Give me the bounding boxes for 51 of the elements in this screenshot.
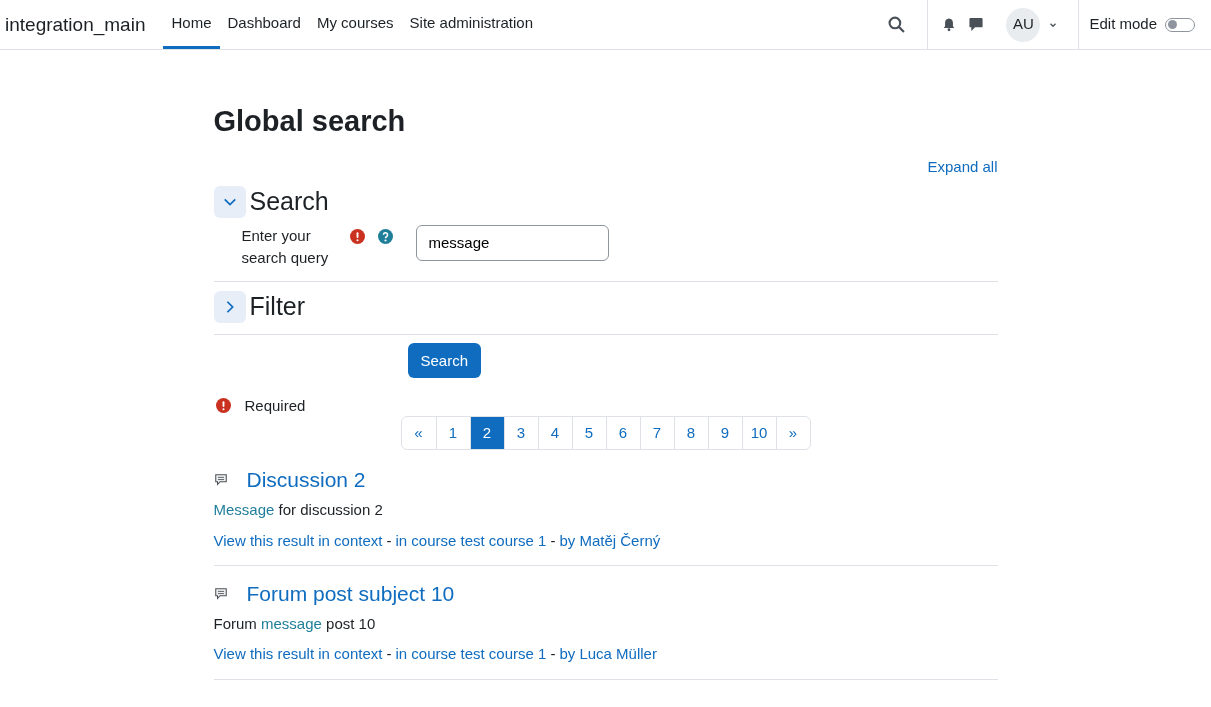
separator: - — [386, 530, 392, 551]
page-link-item[interactable]: 6 — [605, 416, 640, 450]
user-avatar[interactable]: AU — [1006, 7, 1041, 42]
page-link-item[interactable]: 9 — [707, 416, 742, 450]
collapse-toggle[interactable] — [213, 185, 246, 218]
context-link[interactable]: in course test course 1 — [395, 644, 547, 665]
section-title: Filter — [249, 290, 306, 322]
context-link[interactable]: by Luca Müller — [559, 644, 657, 665]
page-link-item[interactable]: 5 — [571, 416, 606, 450]
page-link-item[interactable]: 1 — [435, 416, 470, 450]
page-title: Global search — [213, 104, 407, 139]
section-title: Search — [249, 186, 329, 218]
required-icon — [215, 398, 231, 414]
collapse-toggle[interactable] — [213, 290, 246, 323]
help-icon[interactable] — [377, 228, 393, 244]
page-link-item[interactable]: » — [775, 416, 810, 450]
comment-icon — [213, 587, 228, 602]
separator: - — [386, 644, 392, 665]
page-link-item[interactable]: 7 — [639, 416, 674, 450]
page-link-item[interactable]: 4 — [537, 416, 572, 450]
nav-tab[interactable]: Dashboard — [219, 0, 309, 49]
search-icon[interactable] — [888, 16, 906, 33]
chat-bubble-icon[interactable] — [968, 17, 985, 32]
site-name[interactable]: integration_main — [5, 0, 146, 49]
nav-tab[interactable]: Site administration — [401, 0, 541, 49]
edit-mode-label: Edit mode — [1089, 14, 1157, 35]
nav-tab[interactable]: My courses — [308, 0, 402, 49]
page-link-item[interactable]: 2 — [469, 416, 504, 450]
result-snippet: Message for discussion 2 — [213, 500, 384, 521]
result-title[interactable]: Discussion 2 — [246, 466, 366, 495]
search-button[interactable]: Search — [407, 342, 482, 378]
search-query-field[interactable]: message — [415, 224, 609, 261]
separator: - — [550, 530, 556, 551]
context-link[interactable]: by Matěj Černý — [559, 530, 661, 551]
context-link[interactable]: View this result in context — [213, 530, 383, 551]
result-snippet: Forum message post 10 — [213, 614, 377, 635]
page-link-item[interactable]: 3 — [503, 416, 538, 450]
context-link[interactable]: View this result in context — [213, 644, 383, 665]
required-note: Required — [244, 395, 306, 416]
page-link-item[interactable]: « — [401, 416, 436, 450]
nav-tab[interactable]: Home — [163, 0, 220, 49]
expand-all-link[interactable]: Expand all — [927, 157, 998, 175]
bell-icon[interactable] — [942, 17, 957, 32]
page-link-item[interactable]: 10 — [741, 416, 776, 450]
comment-icon — [213, 473, 228, 488]
page-link-item[interactable]: 8 — [673, 416, 708, 450]
context-link[interactable]: in course test course 1 — [395, 530, 547, 551]
result-title[interactable]: Forum post subject 10 — [246, 579, 455, 609]
field-label: Enter your search query — [241, 225, 330, 268]
required-icon — [349, 228, 365, 244]
separator: - — [550, 644, 556, 665]
